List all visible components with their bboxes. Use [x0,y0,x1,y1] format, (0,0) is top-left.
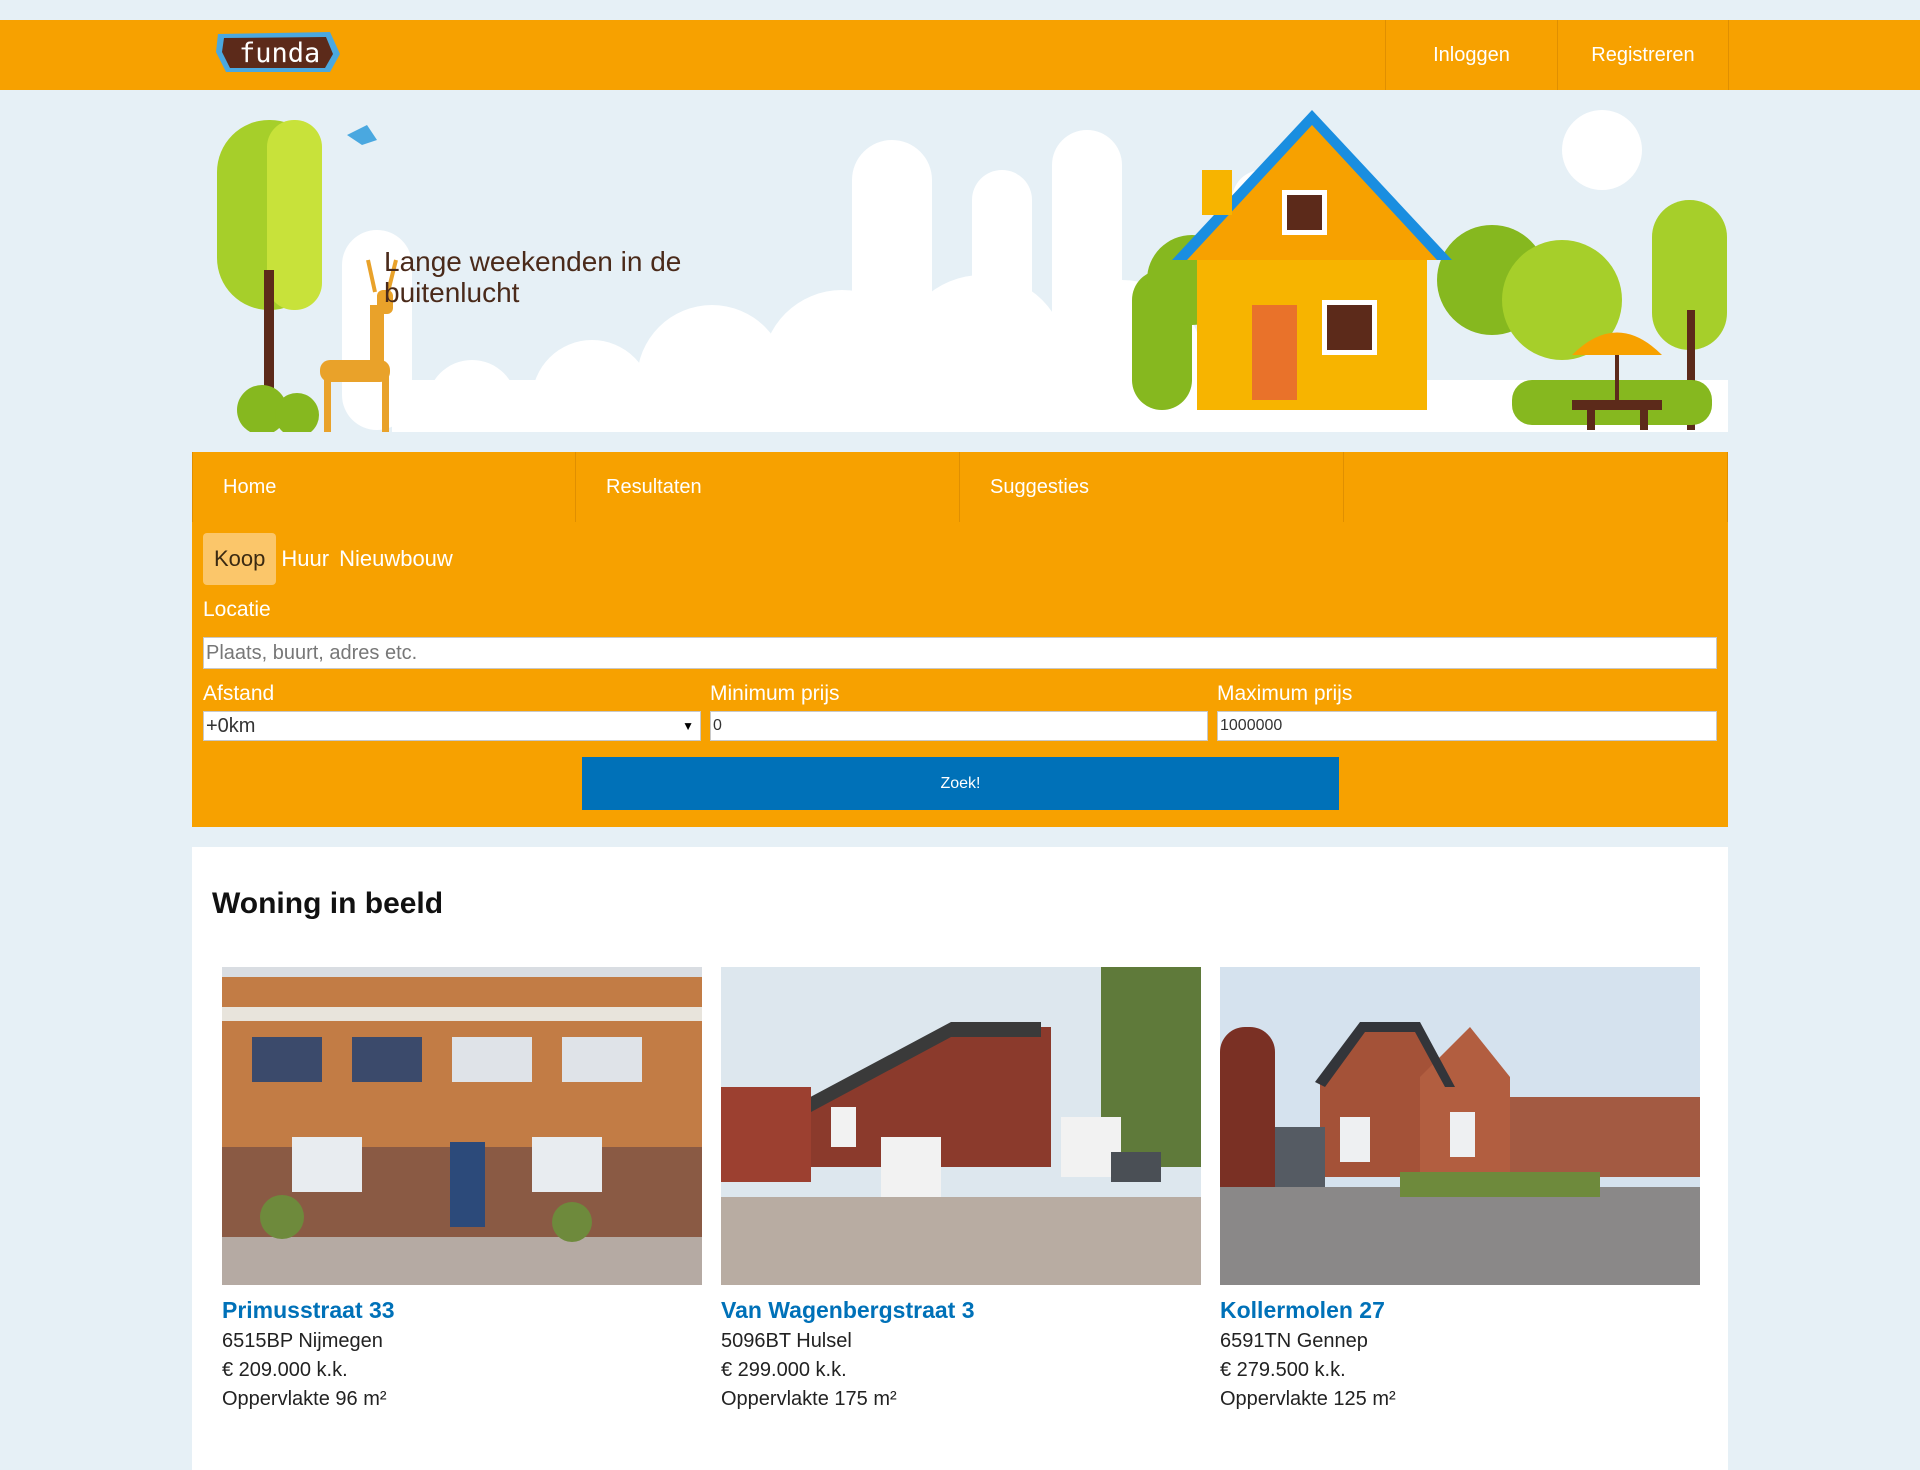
chevron-down-icon: ▼ [682,719,694,733]
distance-select[interactable]: +0km ▼ [203,711,701,741]
listing-type-tabs: Koop Huur Nieuwbouw [203,533,458,585]
type-tab-koop[interactable]: Koop [203,533,277,585]
funda-logo[interactable]: funda [212,28,342,76]
nav-tab-resultaten[interactable]: Resultaten [576,452,960,522]
listing-street-link[interactable]: Kollermolen 27 [1220,1297,1700,1324]
listing-area: Oppervlakte 175 m² [721,1388,897,1410]
listing-card[interactable]: Primusstraat 33 6515BP Nijmegen € 209.00… [222,967,702,1411]
listing-price: € 209.000 k.k. [222,1359,348,1381]
listing-area: Oppervlakte 125 m² [1220,1388,1396,1410]
logo-text: funda [239,38,320,69]
distance-label: Afstand [203,682,275,705]
max-price-input[interactable]: 1000000 [1217,711,1717,741]
left-tree-icon [217,120,322,432]
type-tab-nieuwbouw[interactable]: Nieuwbouw [334,533,458,585]
nav-tab-suggesties[interactable]: Suggesties [960,452,1344,522]
listing-postal-city: 6591TN Gennep [1220,1330,1368,1352]
login-link[interactable]: Inloggen [1385,20,1557,90]
location-label: Locatie [203,598,271,621]
nav-spacer [1344,452,1728,522]
listing-card[interactable]: Van Wagenbergstraat 3 5096BT Hulsel € 29… [721,967,1201,1411]
bird-icon [347,125,377,145]
min-price-input[interactable]: 0 [710,711,1208,741]
funda-logo-icon: funda [216,32,340,72]
house-icon [1172,110,1452,410]
featured-listings: Woning in beeld Primusstraat 33 6515BP N… [192,847,1728,1470]
listing-postal-city: 5096BT Hulsel [721,1330,852,1352]
listing-price: € 279.500 k.k. [1220,1359,1346,1381]
location-input[interactable]: Plaats, buurt, adres etc. [203,637,1717,669]
max-price-label: Maximum prijs [1217,682,1353,705]
listing-photo[interactable] [1220,967,1700,1285]
listing-card[interactable]: Kollermolen 27 6591TN Gennep € 279.500 k… [1220,967,1700,1411]
listing-photo[interactable] [222,967,702,1285]
hero-banner: Lange weekenden in de buitenlucht [192,110,1728,432]
search-panel: Home Resultaten Suggesties Koop Huur Nie… [192,452,1728,827]
register-link[interactable]: Registreren [1557,20,1729,90]
search-button[interactable]: Zoek! [582,757,1339,810]
main-nav: Home Resultaten Suggesties [192,452,1728,522]
listing-price: € 299.000 k.k. [721,1359,847,1381]
nav-tab-home[interactable]: Home [192,452,576,522]
min-price-label: Minimum prijs [710,682,840,705]
listing-street-link[interactable]: Van Wagenbergstraat 3 [721,1297,1201,1324]
distance-value: +0km [206,714,256,737]
listing-photo[interactable] [721,967,1201,1285]
top-bar: funda Inloggen Registreren [0,20,1920,90]
listing-postal-city: 6515BP Nijmegen [222,1330,383,1352]
section-title: Woning in beeld [212,887,444,920]
listing-street-link[interactable]: Primusstraat 33 [222,1297,702,1324]
hero-tagline: Lange weekenden in de buitenlucht [384,246,682,308]
auth-links: Inloggen Registreren [1385,20,1729,90]
listing-area: Oppervlakte 96 m² [222,1388,387,1410]
type-tab-huur[interactable]: Huur [276,533,334,585]
